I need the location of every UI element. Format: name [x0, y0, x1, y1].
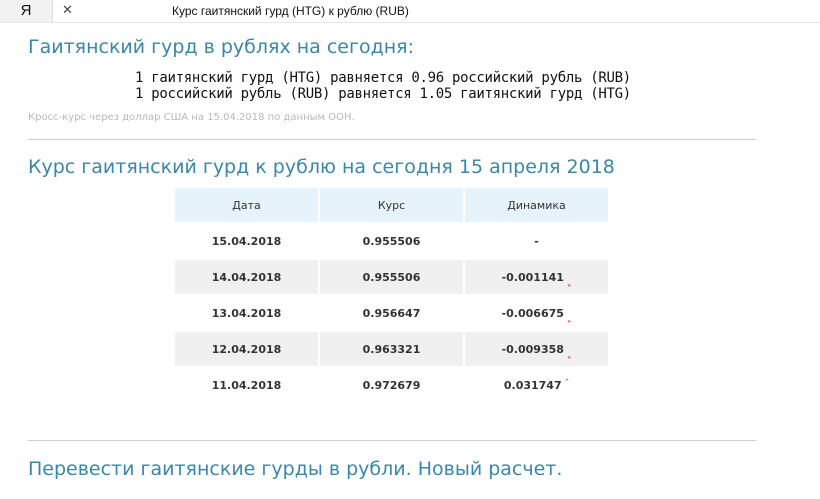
rate-htg-to-rub: 1 гаитянский гурд (HTG) равняется 0.96 р…: [135, 70, 631, 86]
row-rate: 0.955506: [320, 222, 463, 258]
trend-up-icon: ˆ: [564, 378, 570, 389]
tab-title[interactable]: Курс гаитянский гурд (HTG) к рублю (RUB): [172, 0, 409, 22]
row-change: -0.006675 ˬ: [465, 294, 608, 330]
row-change: 0.031747 ˆ: [465, 366, 608, 402]
column-header-date: Дата: [175, 188, 318, 222]
row-change: -: [465, 222, 608, 258]
rate-rub-to-htg: 1 российский рубль (RUB) равняется 1.05 …: [135, 86, 631, 102]
row-date: 12.04.2018: [175, 330, 318, 366]
close-icon[interactable]: ✕: [62, 0, 73, 22]
row-change: -0.001141 ˬ: [465, 258, 608, 294]
row-change-value: -0.001141: [501, 270, 564, 284]
trend-down-icon: ˬ: [566, 276, 572, 287]
row-change-value: -0.006675: [501, 306, 564, 320]
row-change-value: -: [534, 234, 539, 248]
table-row: 15.04.2018 0.955506 -: [175, 222, 608, 258]
section-divider: [28, 139, 756, 140]
row-date: 14.04.2018: [175, 258, 318, 294]
table-row: 11.04.2018 0.972679 0.031747 ˆ: [175, 366, 608, 402]
table-row: 14.04.2018 0.955506 -0.001141 ˬ: [175, 258, 608, 294]
recalc-title[interactable]: Перевести гаитянские гурды в рубли. Новы…: [28, 458, 562, 480]
rates-table: Дата Курс Динамика 15.04.2018 0.955506 -…: [173, 188, 610, 402]
column-header-rate: Курс: [320, 188, 463, 222]
table-row: 12.04.2018 0.963321 -0.009358 ˬ: [175, 330, 608, 366]
browser-tab-bar: Я ✕ Курс гаитянский гурд (HTG) к рублю (…: [0, 0, 820, 23]
trend-down-icon: ˬ: [566, 312, 572, 323]
section-divider: [28, 440, 756, 441]
row-rate: 0.972679: [320, 366, 463, 402]
rates-title: Курс гаитянский гурд к рублю на сегодня …: [28, 156, 615, 178]
row-rate: 0.956647: [320, 294, 463, 330]
row-date: 15.04.2018: [175, 222, 318, 258]
table-row: 13.04.2018 0.956647 -0.006675 ˬ: [175, 294, 608, 330]
row-change-value: -0.009358: [501, 342, 564, 356]
row-change-value: 0.031747: [503, 378, 562, 392]
yandex-home-button[interactable]: Я: [0, 0, 53, 22]
row-change: -0.009358 ˬ: [465, 330, 608, 366]
row-rate: 0.963321: [320, 330, 463, 366]
row-date: 13.04.2018: [175, 294, 318, 330]
row-date: 11.04.2018: [175, 366, 318, 402]
cross-rate-note: Кросс-курс через доллар США на 15.04.201…: [28, 112, 355, 123]
table-header-row: Дата Курс Динамика: [175, 188, 608, 222]
converter-title: Гаитянский гурд в рублях на сегодня:: [28, 36, 414, 58]
column-header-change: Динамика: [465, 188, 608, 222]
trend-down-icon: ˬ: [566, 348, 572, 359]
row-rate: 0.955506: [320, 258, 463, 294]
